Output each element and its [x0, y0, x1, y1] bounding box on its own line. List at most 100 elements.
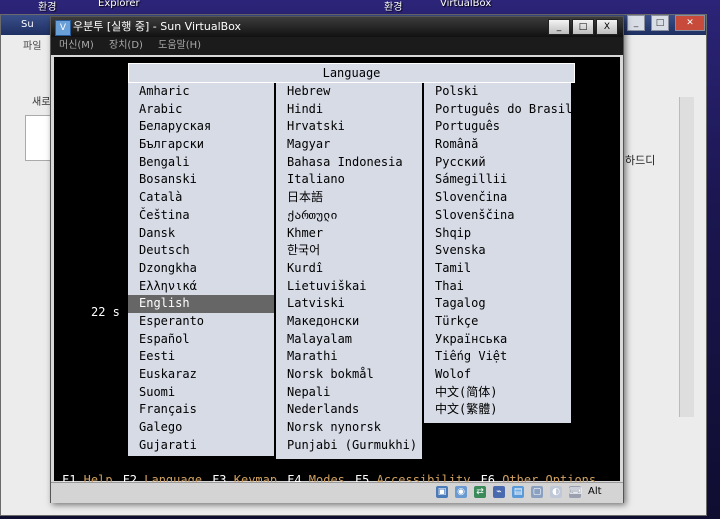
language-option[interactable]: Русский [424, 154, 571, 172]
close-button[interactable]: X [596, 19, 618, 35]
language-option[interactable]: Amharic [128, 83, 274, 101]
desktop-label: VirtualBox [440, 0, 492, 9]
scrollbar[interactable] [679, 97, 694, 417]
language-option[interactable]: Sámegillii [424, 171, 571, 189]
language-option[interactable]: Norsk bokmål [276, 366, 422, 384]
menu-help[interactable]: 도움말(H) [158, 40, 201, 51]
language-option[interactable]: Slovenščina [424, 207, 571, 225]
language-option[interactable]: 中文(繁體) [424, 401, 571, 419]
desktop-label: Explorer [98, 0, 140, 9]
language-option[interactable]: Latviski [276, 295, 422, 313]
usb-icon[interactable]: ⌁ [493, 486, 505, 498]
language-option[interactable]: Magyar [276, 136, 422, 154]
language-option[interactable]: Euskaraz [128, 366, 274, 384]
language-option[interactable]: Македонски [276, 313, 422, 331]
language-column-1: Amharic Arabic Беларуская Български Bengali B… [128, 83, 274, 456]
language-option[interactable]: Français [128, 401, 274, 419]
host-key-label: Alt [588, 486, 602, 497]
language-option[interactable]: Română [424, 136, 571, 154]
language-option[interactable]: Italiano [276, 171, 422, 189]
language-option[interactable]: 한국어 [276, 242, 422, 260]
manager-details-text: 하드디 [625, 154, 656, 167]
language-option[interactable]: Thai [424, 278, 571, 296]
language-option[interactable]: Български [128, 136, 274, 154]
language-option[interactable]: 中文(简体) [424, 384, 571, 402]
language-option[interactable]: Khmer [276, 225, 422, 243]
language-option[interactable]: Galego [128, 419, 274, 437]
vm-window: V 우분투 [실행 중] - Sun VirtualBox _ □ X 머신(M… [50, 16, 624, 503]
keyboard-icon[interactable]: ⌨ [569, 486, 582, 498]
menu-bar: 머신(M) 장치(D) 도움말(H) [51, 37, 623, 55]
language-option[interactable]: Bengali [128, 154, 274, 172]
language-option[interactable]: Eesti [128, 348, 274, 366]
language-header: Language [128, 63, 575, 83]
language-option[interactable]: Čeština [128, 207, 274, 225]
language-option[interactable]: Português do Brasil [424, 101, 572, 119]
language-option[interactable]: Esperanto [128, 313, 274, 331]
language-option[interactable]: Lietuviškai [276, 278, 422, 296]
menu-devices[interactable]: 장치(D) [109, 40, 143, 51]
language-option[interactable]: Kurdî [276, 260, 422, 278]
window-title: 우분투 [실행 중] - Sun VirtualBox [73, 20, 242, 33]
language-option[interactable]: Hebrew [276, 83, 422, 101]
language-option[interactable]: Deutsch [128, 242, 274, 260]
language-option[interactable]: Polski [424, 83, 571, 101]
language-column-3: Polski Português do Brasil Português Română… [424, 83, 572, 423]
language-option[interactable]: Arabic [128, 101, 274, 119]
minimize-button[interactable]: _ [627, 15, 645, 31]
language-menu: Language Amharic Arabic Беларуская Българск… [128, 63, 575, 459]
language-option[interactable]: Hrvatski [276, 118, 422, 136]
language-option[interactable]: Hindi [276, 101, 422, 119]
language-option[interactable]: Tamil [424, 260, 571, 278]
language-column-2: Hebrew Hindi Hrvatski Magyar Bahasa Indonesi… [276, 83, 422, 459]
language-option[interactable]: Punjabi (Gurmukhi) [276, 437, 422, 455]
language-option[interactable]: Türkçe [424, 313, 571, 331]
language-option[interactable]: Shqip [424, 225, 571, 243]
language-option[interactable]: Tagalog [424, 295, 571, 313]
minimize-button[interactable]: _ [548, 19, 570, 35]
virtualbox-icon: V [55, 20, 71, 36]
language-option[interactable]: Dzongkha [128, 260, 274, 278]
close-button[interactable]: ✕ [675, 15, 705, 31]
language-option[interactable]: Português [424, 118, 571, 136]
mouse-icon[interactable]: ◐ [550, 486, 562, 498]
language-option[interactable]: Malayalam [276, 331, 422, 349]
language-option[interactable]: Gujarati [128, 437, 274, 455]
language-option[interactable]: Nederlands [276, 401, 422, 419]
language-option[interactable]: Norsk nynorsk [276, 419, 422, 437]
hard-disk-icon[interactable]: ▣ [436, 486, 448, 498]
language-option[interactable]: Nepali [276, 384, 422, 402]
language-option[interactable]: Español [128, 331, 274, 349]
language-option[interactable]: Ελληνικά [128, 278, 274, 296]
language-option[interactable]: Беларуская [128, 118, 274, 136]
status-bar: Alt ▣ ◉ ⇄ ⌁ ▤ ▢ ◐ ⌨ [51, 482, 623, 503]
language-option[interactable]: Slovenčina [424, 189, 571, 207]
language-option[interactable]: 日本語 [276, 189, 422, 207]
capture-icon[interactable]: ▢ [531, 486, 543, 498]
language-option[interactable]: Bahasa Indonesia [276, 154, 422, 172]
language-option[interactable]: Dansk [128, 225, 274, 243]
language-option[interactable]: Tiếng Việt [424, 348, 571, 366]
language-option[interactable]: Bosanski [128, 171, 274, 189]
language-option[interactable]: Marathi [276, 348, 422, 366]
maximize-button[interactable]: □ [651, 15, 669, 31]
language-option[interactable]: English [128, 295, 274, 313]
manager-new-button[interactable]: 새로 [32, 93, 50, 108]
language-option[interactable]: ქართული [276, 207, 422, 225]
shared-folder-icon[interactable]: ▤ [512, 486, 524, 498]
language-option[interactable]: Català [128, 189, 274, 207]
cd-icon[interactable]: ◉ [455, 486, 467, 498]
vm-screen[interactable]: 22 s Language Amharic Arabic Беларуская Бъл… [54, 57, 620, 487]
language-option[interactable]: Українська [424, 331, 571, 349]
manager-menu-file[interactable]: 파일 [23, 37, 41, 52]
desktop-label: 환경 [38, 2, 57, 13]
menu-machine[interactable]: 머신(M) [59, 40, 94, 51]
title-bar[interactable]: V 우분투 [실행 중] - Sun VirtualBox _ □ X [51, 17, 623, 37]
language-option[interactable]: Wolof [424, 366, 571, 384]
network-icon[interactable]: ⇄ [474, 486, 486, 498]
desktop-label: 환경 [384, 2, 403, 13]
boot-timer: 22 s [91, 305, 120, 319]
maximize-button[interactable]: □ [572, 19, 594, 35]
language-option[interactable]: Svenska [424, 242, 571, 260]
language-option[interactable]: Suomi [128, 384, 274, 402]
